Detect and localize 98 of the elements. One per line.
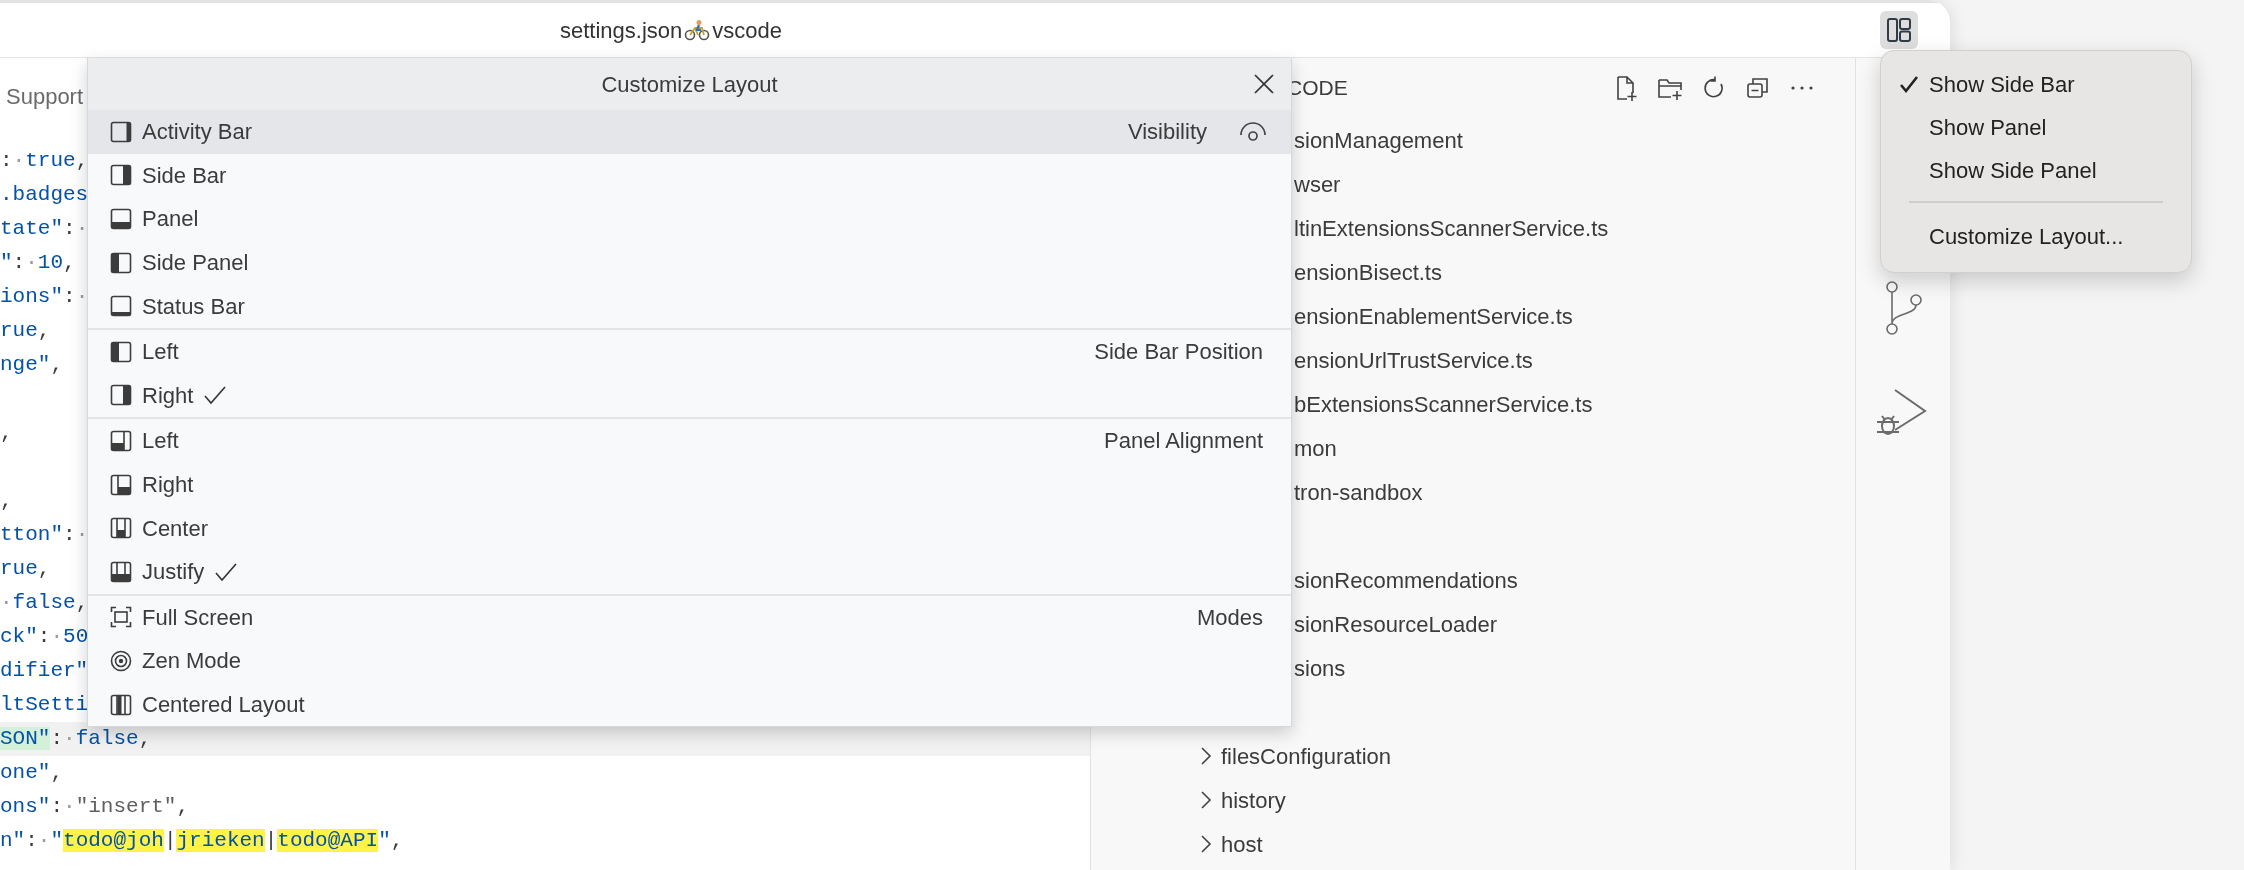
layout-icon: [110, 384, 132, 407]
layout-icon: [110, 429, 132, 452]
code-line: ":·10,: [0, 251, 76, 274]
tree-item[interactable]: tron-sandbox: [1294, 475, 1423, 509]
folder-name: vscode: [712, 16, 782, 45]
code-line: difier": [0, 659, 89, 682]
option-label: Panel: [142, 205, 199, 234]
code-line: :·true,: [0, 149, 89, 172]
code-line: ,: [0, 421, 13, 444]
option-label: Left: [142, 338, 179, 367]
layout-icon: [110, 251, 132, 274]
layout-icon: [110, 164, 132, 187]
code-line: ons":·"insert",: [0, 795, 190, 818]
option-label: Status Bar: [142, 292, 245, 321]
layout-option[interactable]: Status Bar: [88, 284, 1291, 328]
code-line: ltSetti: [0, 693, 89, 716]
tree-item[interactable]: ensionUrlTrustService.ts: [1294, 343, 1533, 377]
layout-option[interactable]: Activity Bar Visibility: [88, 110, 1291, 154]
menu-item[interactable]: Show Panel: [1881, 106, 2191, 149]
layout-option[interactable]: Full Screen Modes: [88, 595, 1291, 640]
menu-item-label: Show Side Panel: [1929, 157, 2097, 185]
layout-option[interactable]: Panel: [88, 197, 1291, 241]
group-label: Modes: [1196, 603, 1263, 632]
group-label: Panel Alignment: [1104, 427, 1263, 456]
option-label: Justify: [142, 558, 205, 587]
layout-option[interactable]: Side Panel: [88, 240, 1291, 285]
layout-option[interactable]: Centered Layout: [88, 682, 1291, 727]
menu-item[interactable]: Show Side Bar: [1881, 63, 2191, 106]
option-label: Zen Mode: [142, 647, 242, 676]
layout-option[interactable]: Center: [88, 506, 1291, 550]
layout-option[interactable]: Left Side Bar Position: [88, 329, 1291, 374]
layout-option[interactable]: Right: [88, 462, 1291, 507]
layout-icon: [110, 517, 132, 540]
option-label: Activity Bar: [142, 118, 253, 147]
menu-item-label: Show Side Bar: [1929, 71, 2075, 99]
tree-item[interactable]: history: [1221, 783, 1286, 817]
layout-option[interactable]: Zen Mode: [88, 639, 1291, 683]
bicycle-icon: [684, 19, 711, 41]
option-label: Center: [142, 514, 209, 543]
tree-item[interactable]: mon: [1294, 431, 1337, 465]
layout-icon: [110, 120, 132, 143]
code-line: tate":·: [0, 217, 89, 240]
collapse-icon[interactable]: [1745, 75, 1771, 101]
option-label: Right: [142, 381, 194, 410]
menu-item[interactable]: Show Side Panel: [1881, 149, 2191, 192]
source-control-icon[interactable]: [1883, 280, 1923, 336]
panel-title: Customize Layout: [601, 70, 778, 99]
code-line: n":·"todo@joh|jrieken|todo@API",: [0, 829, 404, 852]
option-label: Centered Layout: [142, 691, 305, 719]
option-label: Left: [142, 427, 179, 456]
layout-button[interactable]: [1880, 11, 1918, 49]
menu-item[interactable]: Customize Layout...: [1881, 215, 2191, 258]
tree-item[interactable]: ltinExtensionsScannerService.ts: [1294, 211, 1609, 245]
layout-icon: [110, 473, 132, 496]
layout-option[interactable]: Justify: [88, 549, 1291, 594]
tree-item[interactable]: sionRecommendations: [1294, 563, 1518, 597]
eye-icon[interactable]: [1239, 120, 1267, 143]
tree-item[interactable]: ensionBisect.ts: [1294, 255, 1442, 289]
code-line: rue,: [0, 319, 51, 342]
layout-icon: [110, 560, 132, 583]
code-line: SON":·false,: [0, 727, 152, 750]
file-name: settings.json: [560, 16, 683, 45]
menu-item-label: Customize Layout...: [1929, 223, 2124, 251]
layout-icon: [110, 340, 132, 363]
layout-icon: [110, 208, 132, 230]
layout-option[interactable]: Side Bar: [88, 153, 1291, 198]
group-label: Visibility: [1127, 118, 1207, 147]
option-label: Side Panel: [142, 249, 249, 278]
code-line: ,: [0, 489, 13, 512]
tree-item[interactable]: host: [1221, 827, 1263, 861]
code-line: rue,: [0, 557, 51, 580]
fullscreen-icon: [110, 606, 132, 629]
editor-tab[interactable]: Support: [0, 79, 84, 113]
option-label: Full Screen: [142, 603, 254, 632]
tree-item[interactable]: filesConfiguration: [1221, 739, 1391, 773]
tree-item[interactable]: sions: [1294, 651, 1346, 685]
layout-option[interactable]: Right: [88, 373, 1291, 418]
option-label: Side Bar: [142, 161, 227, 190]
tree-item[interactable]: wser: [1294, 167, 1341, 201]
code-line: ck":·50: [0, 625, 89, 648]
layout-icon: [1886, 17, 1912, 43]
code-line: one",: [0, 761, 64, 784]
code-line: .badges: [0, 183, 89, 206]
layout-icon: [110, 295, 132, 318]
tree-item[interactable]: sionResourceLoader: [1294, 607, 1498, 641]
option-label: Right: [142, 471, 194, 500]
code-line: ions":·: [0, 285, 89, 308]
group-label: Side Bar Position: [1094, 338, 1263, 367]
code-line: ·false,: [0, 591, 89, 614]
tree-item[interactable]: bExtensionsScannerService.ts: [1294, 387, 1593, 421]
code-line: tton":·: [0, 523, 89, 546]
layout-option[interactable]: Left Panel Alignment: [88, 419, 1291, 463]
code-line: nge",: [0, 353, 64, 376]
tree-item[interactable]: sionManagement: [1294, 123, 1463, 157]
tree-item[interactable]: ensionEnablementService.ts: [1294, 299, 1573, 333]
target-icon: [110, 649, 132, 672]
layout-icon: [110, 693, 132, 716]
menu-item-label: Show Panel: [1929, 114, 2047, 142]
